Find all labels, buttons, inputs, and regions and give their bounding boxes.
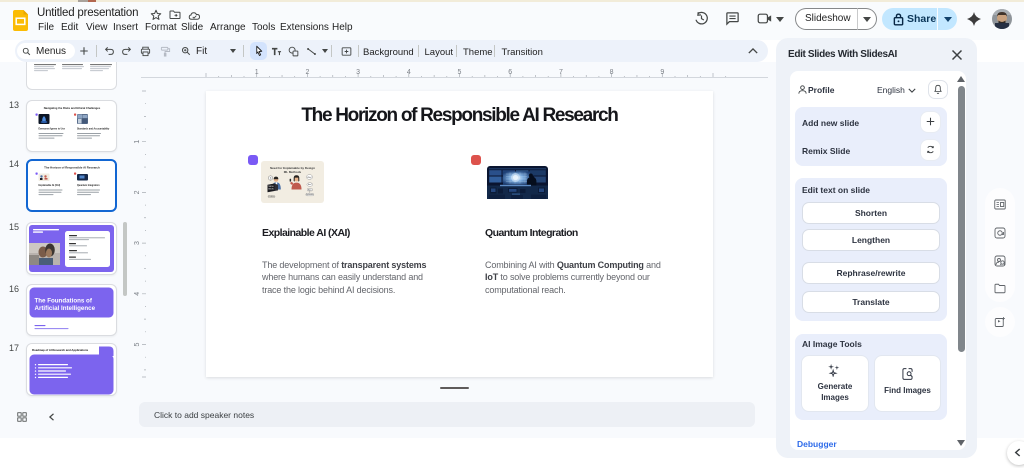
svg-text:Standards and Accountability: Standards and Accountability — [77, 128, 110, 131]
svg-text:Everyone Agrees to Use: Everyone Agrees to Use — [39, 128, 66, 131]
svg-text:Artificial Intelligence: Artificial Intelligence — [35, 305, 96, 312]
svg-text:MODEL: MODEL — [268, 188, 274, 190]
svg-text:The Horizon of Responsible AI: The Horizon of Responsible AI Research — [44, 166, 100, 170]
svg-text:1: 1 — [134, 140, 141, 144]
svg-text:The Foundations of: The Foundations of — [35, 298, 93, 305]
svg-text:Quantum Integration: Quantum Integration — [77, 184, 100, 187]
svg-text:5: 5 — [458, 69, 462, 76]
svg-text:4: 4 — [134, 292, 141, 296]
svg-text:THE ML: THE ML — [268, 186, 274, 188]
svg-text:?: ? — [270, 176, 272, 180]
svg-text:9: 9 — [660, 69, 664, 76]
svg-text:Navigating the Risks and Ethic: Navigating the Risks and Ethical Challen… — [44, 106, 101, 110]
svg-text:How?: How? — [308, 184, 312, 186]
svg-text:2: 2 — [305, 69, 309, 76]
svg-text:1: 1 — [255, 69, 259, 76]
svg-text:Roadmap of AI Research and App: Roadmap of AI Research and Applications — [32, 348, 89, 352]
svg-text:2: 2 — [134, 190, 141, 194]
svg-text:3: 3 — [134, 241, 141, 245]
svg-text:Why?: Why? — [307, 177, 312, 179]
svg-text:6: 6 — [508, 69, 512, 76]
svg-text:4: 4 — [407, 69, 411, 76]
svg-text:5: 5 — [134, 342, 141, 346]
svg-text:3: 3 — [356, 69, 360, 76]
svg-text:7: 7 — [559, 69, 563, 76]
svg-text:ML Methods: ML Methods — [284, 170, 302, 174]
svg-text:Explainable AI (XAI): Explainable AI (XAI) — [39, 184, 61, 187]
svg-text:Explainable: Explainable — [306, 194, 313, 196]
svg-text:8: 8 — [610, 69, 614, 76]
